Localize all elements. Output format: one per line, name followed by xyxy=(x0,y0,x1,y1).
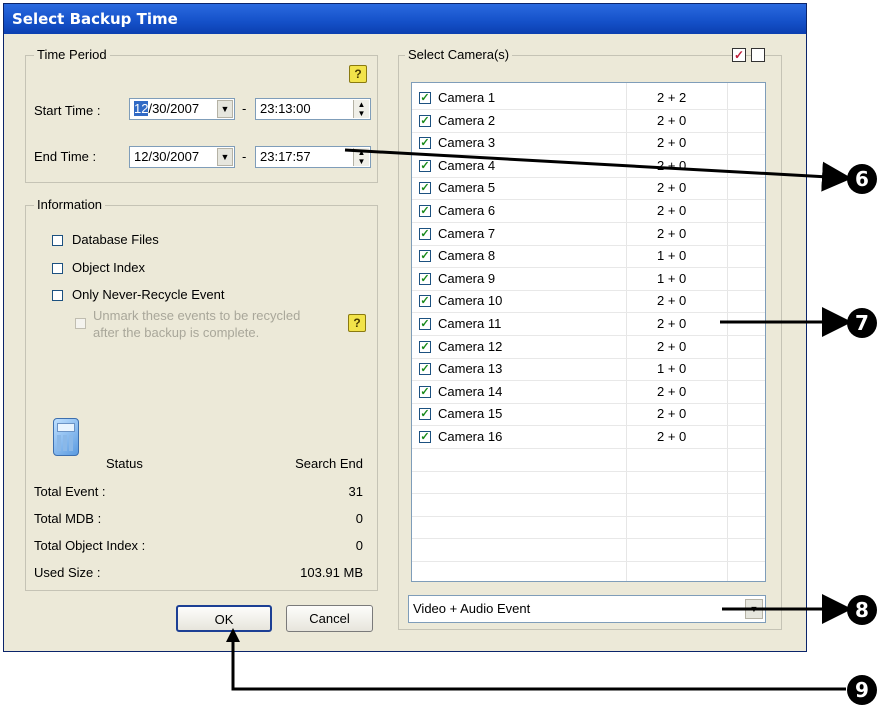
callout-arrowhead-9 xyxy=(226,628,240,642)
callout-8: 8 xyxy=(847,595,877,625)
callout-arrows xyxy=(226,148,852,691)
callout-arrow-9 xyxy=(231,638,846,691)
callout-7: 7 xyxy=(847,308,877,338)
callout-6: 6 xyxy=(847,164,877,194)
callout-9: 9 xyxy=(847,675,877,705)
callout-arrow-6 xyxy=(344,148,852,192)
